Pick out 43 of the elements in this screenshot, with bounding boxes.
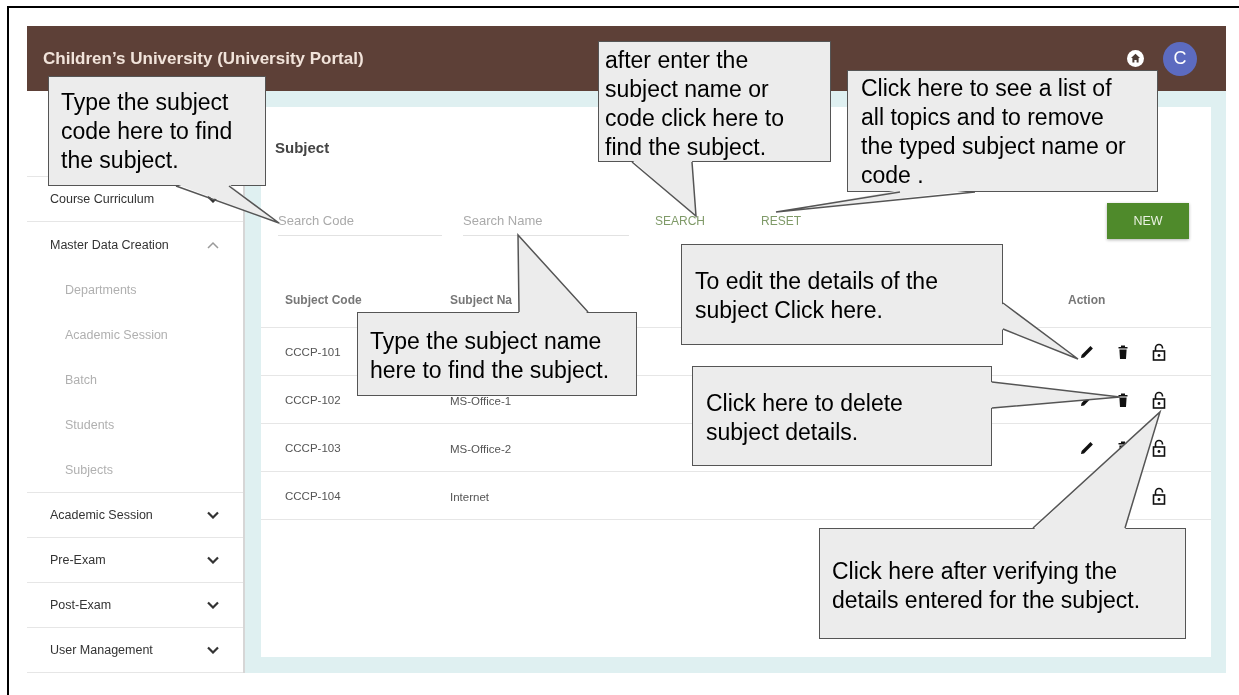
padlock-icon[interactable] <box>1151 438 1167 457</box>
sidebar-item-label: Course Curriculum <box>50 192 155 206</box>
search-name-field[interactable]: Search Name <box>463 206 629 236</box>
padlock-icon[interactable] <box>1151 390 1167 409</box>
padlock-icon[interactable] <box>1151 342 1167 361</box>
table-cell-text: CCCP-101 <box>285 345 342 358</box>
sidebar-item-label: Post-Exam <box>50 598 112 612</box>
callout-pointer <box>631 160 697 218</box>
sidebar-item[interactable]: Pre-Exam <box>27 538 243 583</box>
table-cell: Internet <box>450 490 489 503</box>
table-cell: MS-Office-1 <box>450 394 512 407</box>
table-cell: MS-Office-2 <box>450 442 512 455</box>
page-heading: Subject <box>275 138 330 158</box>
new-button[interactable]: NEW <box>1107 203 1189 239</box>
column-header: Subject Na <box>450 292 513 307</box>
sidebar-item-label: Master Data Creation <box>50 237 169 252</box>
column-header: Action <box>1068 292 1107 307</box>
callout-text: Click here to delete subject details. <box>692 366 992 466</box>
callout-text: To edit the details of the subject Click here. <box>681 244 1003 345</box>
sidebar-subitem[interactable]: Batch <box>27 357 243 402</box>
table-cell-text: CCCP-104 <box>285 489 342 502</box>
padlock-icon[interactable] <box>1151 486 1167 505</box>
user-avatar[interactable]: C <box>1163 41 1197 76</box>
text-button[interactable]: SEARCH <box>653 210 707 232</box>
app-title: Children’s University (University Portal) <box>43 48 364 69</box>
sidebar-item-label: User Management <box>50 643 153 657</box>
sidebar-subitem[interactable]: Subjects <box>27 447 243 492</box>
sidebar-subitem[interactable]: Students <box>27 402 243 447</box>
sidebar-subitem[interactable]: Academic Session <box>27 312 243 357</box>
sidebar-item[interactable]: Academic Session <box>27 493 243 538</box>
sidebar-item-label: Academic Session <box>50 508 153 522</box>
sidebar-subitem[interactable]: Departments <box>27 267 243 312</box>
column-header: Subject Code <box>285 292 363 307</box>
pencil-icon[interactable] <box>1079 439 1095 456</box>
text-button[interactable]: RESET <box>759 210 804 232</box>
table-cell-text: CCCP-102 <box>285 393 342 406</box>
sidebar-item[interactable]: User Management <box>27 628 243 673</box>
sidebar-item[interactable]: Post-Exam <box>27 583 243 628</box>
sidebar-item-label: Pre-Exam <box>50 553 106 567</box>
sidebar-item[interactable]: Master Data Creation <box>27 222 243 267</box>
search-code-field[interactable]: Search Code <box>278 206 442 236</box>
home-icon[interactable] <box>1127 50 1144 67</box>
table-cell-text: CCCP-103 <box>285 441 342 454</box>
